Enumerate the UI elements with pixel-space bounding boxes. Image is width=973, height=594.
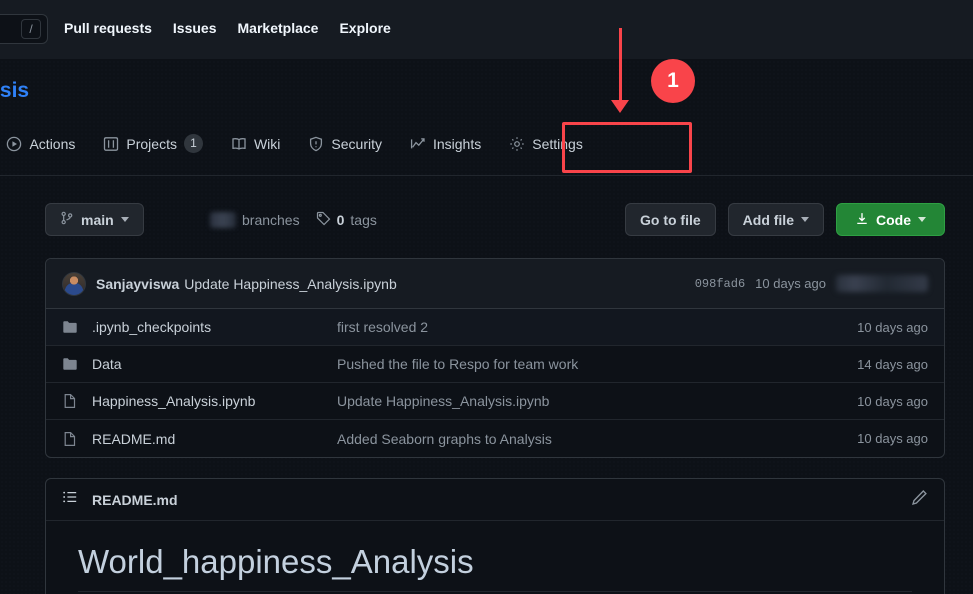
branches-label: branches — [242, 212, 300, 228]
repository-tabs: uests Actions Projects 1 Wiki — [0, 125, 597, 162]
list-unordered-icon[interactable] — [62, 489, 78, 510]
annotation-step-badge: 1 — [651, 59, 695, 103]
file-name[interactable]: README.md — [92, 431, 337, 447]
tab-wiki[interactable]: Wiki — [217, 127, 294, 161]
tab-label: Settings — [532, 135, 583, 152]
tab-actions[interactable]: Actions — [0, 127, 89, 161]
graph-icon — [410, 136, 426, 152]
tab-label: Insights — [432, 135, 482, 152]
tab-settings[interactable]: Settings — [495, 127, 597, 161]
tag-icon — [316, 211, 331, 229]
table-row[interactable]: Happiness_Analysis.ipynb Update Happines… — [46, 383, 944, 420]
branches-count[interactable]: branches — [210, 212, 300, 228]
code-label: Code — [876, 211, 911, 228]
file-name[interactable]: Data — [92, 356, 337, 372]
global-search-input[interactable]: / — [0, 14, 48, 44]
file-commit-message[interactable]: Added Seaborn graphs to Analysis — [337, 431, 857, 447]
tags-count-value: 0 — [336, 212, 345, 228]
folder-icon — [62, 356, 78, 372]
commit-message[interactable]: Update Happiness_Analysis.ipynb — [184, 276, 396, 292]
tabs-divider — [0, 175, 973, 176]
file-timestamp: 10 days ago — [857, 431, 928, 446]
go-to-file-button[interactable]: Go to file — [624, 203, 716, 236]
add-file-label: Add file — [742, 211, 794, 228]
commit-meta: 098fad6 10 days ago — [695, 275, 928, 292]
global-nav: Pull requests Issues Marketplace Explore — [64, 20, 391, 36]
toolbar-actions: Go to file Add file Code — [624, 203, 945, 236]
tab-security[interactable]: Security — [294, 127, 396, 161]
readme-heading: World_happiness_Analysis — [78, 543, 912, 592]
go-to-file-label: Go to file — [639, 211, 701, 228]
tab-insights[interactable]: Insights — [396, 127, 495, 161]
chevron-down-icon — [918, 217, 926, 222]
edit-pencil-icon[interactable] — [911, 489, 928, 511]
branch-name: main — [81, 211, 114, 228]
file-commit-message[interactable]: first resolved 2 — [337, 319, 857, 335]
play-icon — [6, 136, 22, 152]
file-timestamp: 10 days ago — [857, 319, 928, 335]
tab-label: Actions — [29, 135, 76, 152]
table-row[interactable]: Data Pushed the file to Respo for team w… — [46, 346, 944, 383]
branch-selector-button[interactable]: main — [45, 203, 144, 236]
projects-count-badge: 1 — [183, 134, 203, 153]
search-shortcut-badge: / — [21, 19, 41, 39]
code-toolbar: main branches 0 tags Go to file Add file — [45, 203, 945, 237]
nav-explore[interactable]: Explore — [339, 20, 390, 36]
tab-label: Security — [331, 135, 382, 152]
tags-label: tags — [350, 212, 377, 228]
global-header: / Pull requests Issues Marketplace Explo… — [0, 0, 973, 59]
readme-header: README.md — [46, 479, 944, 521]
chevron-down-icon — [120, 217, 129, 222]
tags-count[interactable]: 0 tags — [316, 211, 377, 229]
repository-title[interactable]: ess_Analysis — [0, 79, 29, 103]
commit-history-redacted[interactable] — [836, 275, 928, 292]
tab-projects[interactable]: Projects 1 — [89, 125, 217, 162]
file-commit-message[interactable]: Update Happiness_Analysis.ipynb — [337, 393, 857, 409]
readme-filename: README.md — [92, 491, 178, 508]
latest-commit-row: Sanjayviswa Update Happiness_Analysis.ip… — [46, 259, 944, 309]
shield-icon — [308, 136, 324, 152]
commit-author[interactable]: Sanjayviswa — [96, 276, 179, 292]
annotation-arrow-head — [611, 100, 629, 113]
readme-content: World_happiness_Analysis — [46, 521, 944, 592]
avatar[interactable] — [62, 271, 86, 296]
add-file-button[interactable]: Add file — [727, 203, 824, 236]
branches-count-redacted — [210, 212, 236, 228]
branch-tag-meta: branches 0 tags — [210, 211, 377, 229]
file-icon — [62, 431, 78, 447]
file-name[interactable]: .ipynb_checkpoints — [92, 319, 337, 335]
file-timestamp: 14 days ago — [857, 356, 928, 372]
file-name[interactable]: Happiness_Analysis.ipynb — [92, 393, 337, 409]
file-timestamp: 10 days ago — [857, 393, 928, 409]
download-icon — [855, 211, 869, 229]
commit-sha[interactable]: 098fad6 — [695, 277, 745, 291]
chevron-down-icon — [801, 217, 809, 222]
readme-panel: README.md World_happiness_Analysis — [45, 478, 945, 594]
book-icon — [231, 136, 247, 152]
branch-icon — [60, 210, 74, 229]
table-row[interactable]: README.md Added Seaborn graphs to Analys… — [46, 420, 944, 457]
folder-icon — [62, 319, 78, 335]
nav-issues[interactable]: Issues — [173, 20, 217, 36]
file-listing: Sanjayviswa Update Happiness_Analysis.ip… — [45, 258, 945, 458]
tab-label: Wiki — [253, 135, 281, 152]
nav-pull-requests[interactable]: Pull requests — [64, 20, 152, 36]
code-button[interactable]: Code — [836, 203, 945, 236]
project-board-icon — [103, 136, 119, 152]
file-icon — [62, 393, 78, 409]
file-commit-message[interactable]: Pushed the file to Respo for team work — [337, 356, 857, 372]
commit-timestamp: 10 days ago — [755, 276, 826, 291]
gear-icon — [509, 136, 525, 152]
nav-marketplace[interactable]: Marketplace — [238, 20, 319, 36]
table-row[interactable]: .ipynb_checkpoints first resolved 2 10 d… — [46, 309, 944, 346]
tab-label: Projects — [126, 135, 177, 152]
